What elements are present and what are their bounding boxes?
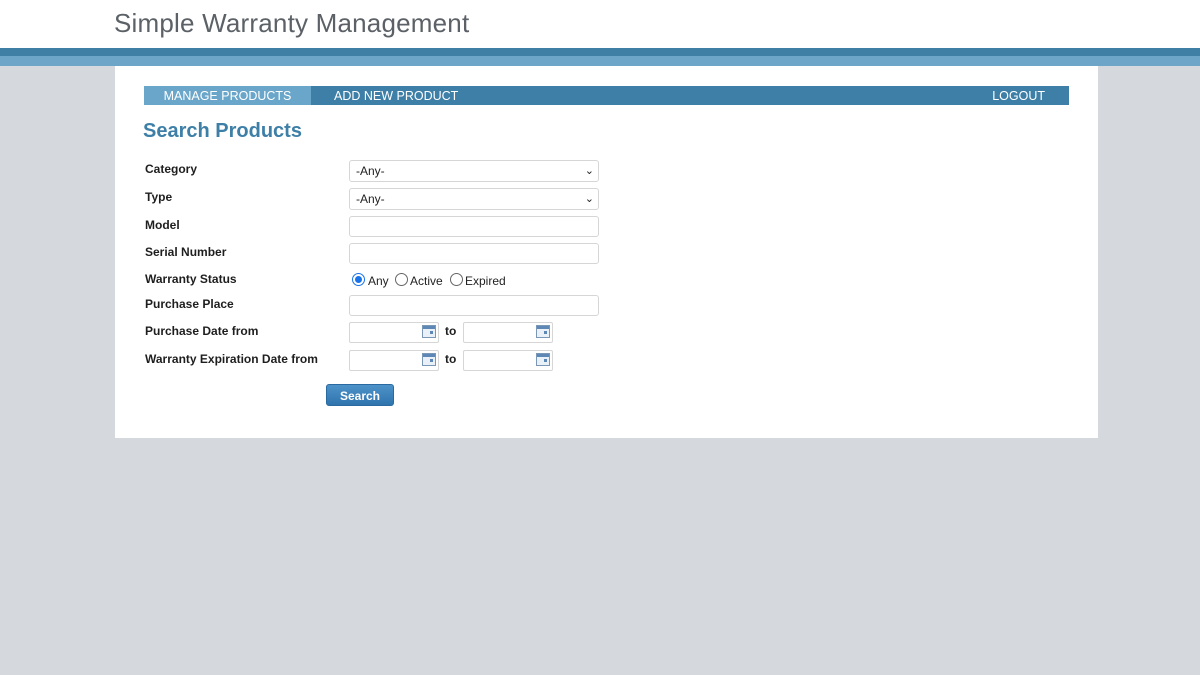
warranty-status-any-radio[interactable] (352, 273, 365, 286)
category-select-value: -Any- (356, 164, 385, 178)
nav-manage-products[interactable]: MANAGE PRODUCTS (144, 86, 311, 105)
main-nav: MANAGE PRODUCTS ADD NEW PRODUCT LOGOUT (144, 86, 1069, 105)
content-panel: MANAGE PRODUCTS ADD NEW PRODUCT LOGOUT S… (115, 66, 1098, 438)
chevron-down-icon: ⌄ (584, 193, 594, 205)
serial-number-input[interactable] (349, 243, 599, 264)
page-title: Search Products (143, 120, 302, 142)
warranty-expiration-date-to-input[interactable] (463, 350, 553, 371)
purchase-date-to-input[interactable] (463, 322, 553, 343)
calendar-icon[interactable] (422, 325, 436, 338)
purchase-date-from-label: Purchase Date from (145, 324, 259, 338)
header-stripe-dark (0, 48, 1200, 56)
header-stripe-light (0, 56, 1200, 66)
warranty-expiration-date-from-input[interactable] (349, 350, 439, 371)
top-header: Simple Warranty Management (0, 0, 1200, 48)
purchase-date-from-input[interactable] (349, 322, 439, 343)
serial-number-label: Serial Number (145, 245, 227, 259)
warranty-status-expired-label: Expired (465, 274, 506, 288)
search-button[interactable]: Search (326, 384, 394, 406)
model-input[interactable] (349, 216, 599, 237)
type-select-value: -Any- (356, 192, 385, 206)
chevron-down-icon: ⌄ (584, 165, 594, 177)
nav-logout[interactable]: LOGOUT (992, 86, 1045, 105)
category-label: Category (145, 162, 198, 176)
type-label: Type (145, 190, 173, 204)
purchase-place-input[interactable] (349, 295, 599, 316)
purchase-date-to-label: to (445, 324, 457, 338)
calendar-icon[interactable] (536, 325, 550, 338)
warranty-status-label: Warranty Status (145, 272, 237, 286)
warranty-status-expired-radio[interactable] (450, 273, 463, 286)
purchase-place-label: Purchase Place (145, 297, 234, 311)
warranty-expiration-date-from-label: Warranty Expiration Date from (145, 352, 318, 366)
calendar-icon[interactable] (536, 353, 550, 366)
warranty-status-any-label: Any (368, 274, 389, 288)
nav-add-new-product[interactable]: ADD NEW PRODUCT (311, 86, 458, 105)
calendar-icon[interactable] (422, 353, 436, 366)
warranty-status-active-label: Active (410, 274, 443, 288)
model-label: Model (145, 218, 180, 232)
warranty-status-active-radio[interactable] (395, 273, 408, 286)
category-select[interactable]: -Any- ⌄ (349, 160, 599, 182)
type-select[interactable]: -Any- ⌄ (349, 188, 599, 210)
warranty-expiration-date-to-label: to (445, 352, 457, 366)
app-title: Simple Warranty Management (114, 8, 470, 38)
